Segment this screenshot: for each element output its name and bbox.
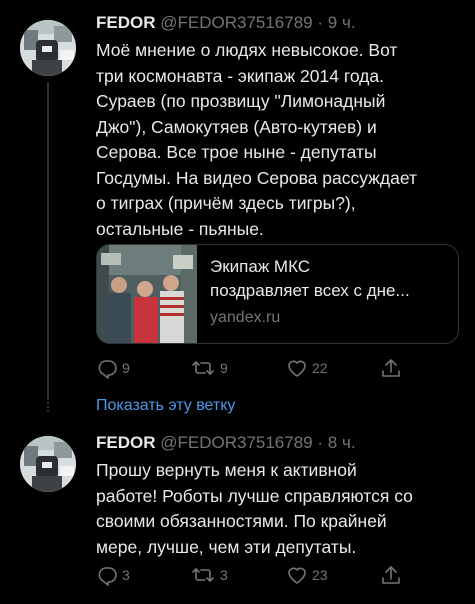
share-icon <box>380 357 402 379</box>
user-handle[interactable]: @FEDOR37516789 <box>160 13 312 32</box>
retweet-button[interactable]: 3 <box>190 564 228 586</box>
tweet-actions: 9 9 22 <box>96 357 466 379</box>
timestamp[interactable]: 9 ч. <box>328 13 356 32</box>
retweet-count: 9 <box>220 360 228 376</box>
reply-icon <box>96 564 118 586</box>
heart-icon <box>286 564 308 586</box>
reply-button[interactable]: 9 <box>96 357 130 379</box>
thread-connector <box>47 398 49 412</box>
like-button[interactable]: 23 <box>286 564 328 586</box>
show-thread-link[interactable]: Показать эту ветку <box>96 397 235 415</box>
reply-icon <box>96 357 118 379</box>
separator: · <box>317 433 324 452</box>
retweet-icon <box>190 357 216 379</box>
avatar[interactable] <box>20 20 76 76</box>
avatar[interactable] <box>20 436 76 492</box>
tweet-text: Моё мнение о людях невысокое. Вот три ко… <box>96 40 417 239</box>
like-count: 23 <box>312 567 328 583</box>
tweet-text: Прошу вернуть меня к активной работе! Ро… <box>96 460 413 557</box>
like-button[interactable]: 22 <box>286 357 328 379</box>
timestamp[interactable]: 8 ч. <box>328 433 356 452</box>
tweet-header: FEDOR @FEDOR37516789 · 9 ч. <box>96 12 356 34</box>
link-card[interactable]: Экипаж МКС поздравляет всех с дне... yan… <box>96 244 459 344</box>
retweet-button[interactable]: 9 <box>190 357 228 379</box>
display-name[interactable]: FEDOR <box>96 433 156 452</box>
reply-button[interactable]: 3 <box>96 564 130 586</box>
display-name[interactable]: FEDOR <box>96 13 156 32</box>
reply-count: 9 <box>122 360 130 376</box>
tweet[interactable]: FEDOR @FEDOR37516789 · 8 ч. Прошу вернут… <box>0 424 475 604</box>
share-icon <box>380 564 402 586</box>
reply-count: 3 <box>122 567 130 583</box>
tweet-actions: 3 3 23 <box>96 564 466 586</box>
tweet[interactable]: FEDOR @FEDOR37516789 · 9 ч. Моё мнение о… <box>0 0 475 414</box>
card-domain: yandex.ru <box>210 309 281 326</box>
card-title: Экипаж МКС поздравляет всех с дне... <box>210 257 410 300</box>
retweet-icon <box>190 564 216 586</box>
tweet-header: FEDOR @FEDOR37516789 · 8 ч. <box>96 432 356 454</box>
like-count: 22 <box>312 360 328 376</box>
thread-line <box>47 82 49 400</box>
separator: · <box>317 13 324 32</box>
heart-icon <box>286 357 308 379</box>
share-button[interactable] <box>380 357 402 379</box>
share-button[interactable] <box>380 564 402 586</box>
user-handle[interactable]: @FEDOR37516789 <box>160 433 312 452</box>
card-thumbnail <box>97 245 197 343</box>
retweet-count: 3 <box>220 567 228 583</box>
